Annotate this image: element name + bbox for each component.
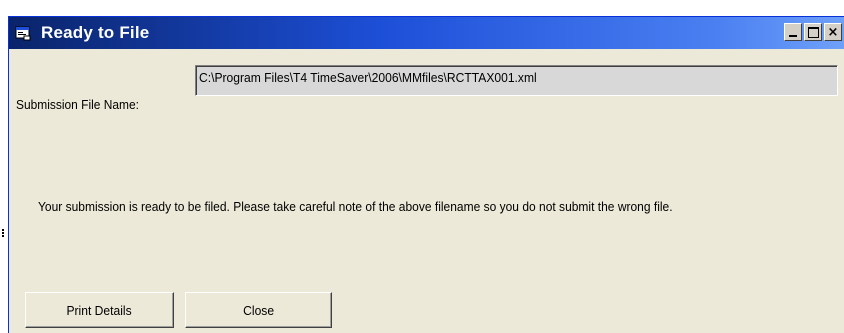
edge-marker [2,229,6,237]
maximize-icon [807,26,819,38]
print-details-button[interactable]: Print Details [25,292,174,328]
app-window-icon [15,26,31,41]
ready-message: Your submission is ready to be filed. Pl… [38,199,673,214]
submission-file-name-value: C:\Program Files\T4 TimeSaver\2006\MMfil… [199,70,537,85]
window-controls: × [784,23,842,41]
minimize-button[interactable] [784,23,802,41]
maximize-button[interactable] [804,23,822,41]
title-bar[interactable]: Ready to File × [9,17,844,49]
close-button[interactable]: Close [185,292,332,328]
close-button-label: Close [243,302,274,318]
close-icon: × [827,24,839,40]
window-title: Ready to File [41,23,150,42]
submission-file-name-label: Submission File Name: [16,97,139,112]
minimize-icon [789,35,797,37]
print-details-label: Print Details [66,302,133,318]
submission-file-name-field[interactable]: C:\Program Files\T4 TimeSaver\2006\MMfil… [195,65,838,96]
ready-to-file-dialog: Ready to File × Submission File Name: C:… [8,16,844,333]
close-window-button[interactable]: × [824,23,842,41]
